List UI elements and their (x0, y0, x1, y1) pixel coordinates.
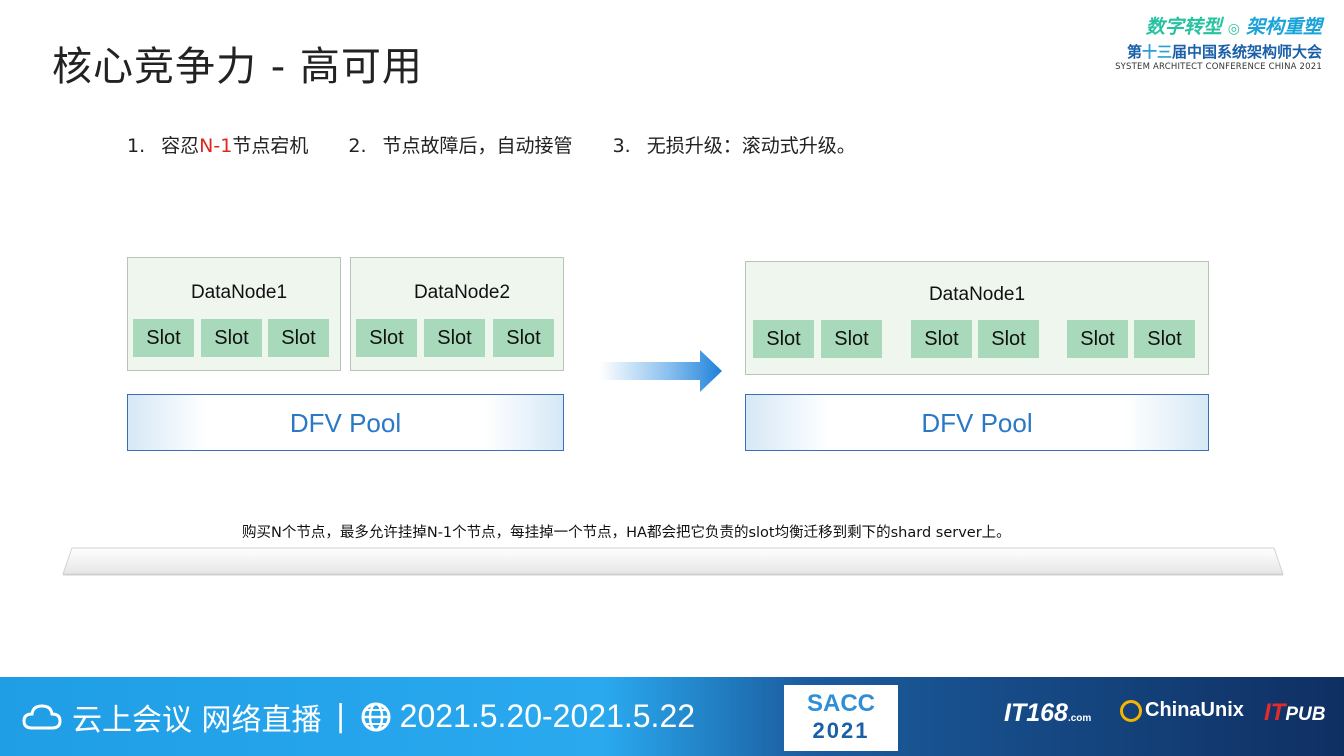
ha-note: 购买N个节点，最多允许挂掉N-1个节点，每挂掉一个节点，HA都会把它负责的slo… (242, 525, 1011, 541)
slot: Slot (753, 320, 814, 358)
conference-english-name: SYSTEM ARCHITECT CONFERENCE CHINA 2021 (1115, 62, 1322, 72)
key-points: 1. 容忍N-1节点宕机 2. 节点故障后，自动接管 3. 无损升级：滚动式升级。 (127, 131, 890, 158)
slot: Slot (268, 319, 329, 357)
slot: Slot (493, 319, 554, 357)
slot: Slot (911, 320, 972, 358)
slogan-part1: 数字转型 (1145, 16, 1222, 38)
slot: Slot (133, 319, 194, 357)
footer-info: 云上会议 网络直播 | 2021.5.20-2021.5.22 (22, 677, 695, 756)
arrow-right-icon (600, 350, 722, 392)
cloud-icon (22, 703, 62, 729)
slogan-dot-icon: ◎ (1227, 21, 1240, 37)
datanode-label: DataNode2 (413, 282, 511, 303)
slot: Slot (978, 320, 1039, 358)
globe-icon (361, 702, 391, 731)
conference-number: 十三 (1141, 43, 1172, 61)
slot: Slot (424, 319, 485, 357)
footer-separator: | (335, 699, 346, 734)
left-datanode2: DataNode2 Slot Slot Slot (350, 257, 564, 371)
slot: Slot (1134, 320, 1195, 358)
footer-banner: 云上会议 网络直播 | 2021.5.20-2021.5.22 SACC 202… (0, 677, 1344, 756)
note-shelf (62, 547, 1284, 576)
it168-logo: IT168.com (1004, 699, 1092, 727)
slogan-part2: 架构重塑 (1245, 16, 1322, 38)
live-text: 云上会议 网络直播 (72, 702, 322, 738)
conference-prefix: 第 (1126, 43, 1142, 61)
conference-suffix: 届中国系统架构师大会 (1171, 43, 1322, 61)
datanode-label: DataNode1 (190, 282, 288, 303)
event-date: 2021.5.20-2021.5.22 (399, 698, 696, 734)
brand-slogan: 数字转型 ◎ 架构重塑 (1115, 14, 1322, 42)
conference-brand: 数字转型 ◎ 架构重塑 第十三届中国系统架构师大会 SYSTEM ARCHITECT… (1115, 14, 1322, 72)
slot: Slot (356, 319, 417, 357)
point-2: 2. 节点故障后，自动接管 (348, 135, 573, 157)
point-1: 1. 容忍N-1节点宕机 (127, 135, 309, 157)
right-dfv-pool: DFV Pool (745, 394, 1209, 451)
left-datanode1: DataNode1 Slot Slot Slot (127, 257, 341, 371)
conference-name: 第十三届中国系统架构师大会 (1115, 42, 1322, 62)
itpub-logo: ITPUB (1264, 699, 1326, 726)
chinaunix-logo: ChinaUnix (1120, 699, 1244, 722)
slot: Slot (1067, 320, 1128, 358)
slot: Slot (821, 320, 882, 358)
point-1-highlight: N-1 (199, 135, 233, 157)
slot: Slot (201, 319, 262, 357)
chinaunix-circle-icon (1120, 699, 1142, 722)
datanode-label: DataNode1 (928, 284, 1026, 305)
sacc-logo: SACC 2021 (784, 685, 898, 751)
point-3: 3. 无损升级：滚动式升级。 (612, 135, 856, 157)
slide-title: 核心竞争力 - 高可用 (52, 44, 423, 90)
right-datanode1: DataNode1 Slot Slot Slot Slot Slot Slot (745, 261, 1209, 375)
left-dfv-pool: DFV Pool (127, 394, 564, 451)
